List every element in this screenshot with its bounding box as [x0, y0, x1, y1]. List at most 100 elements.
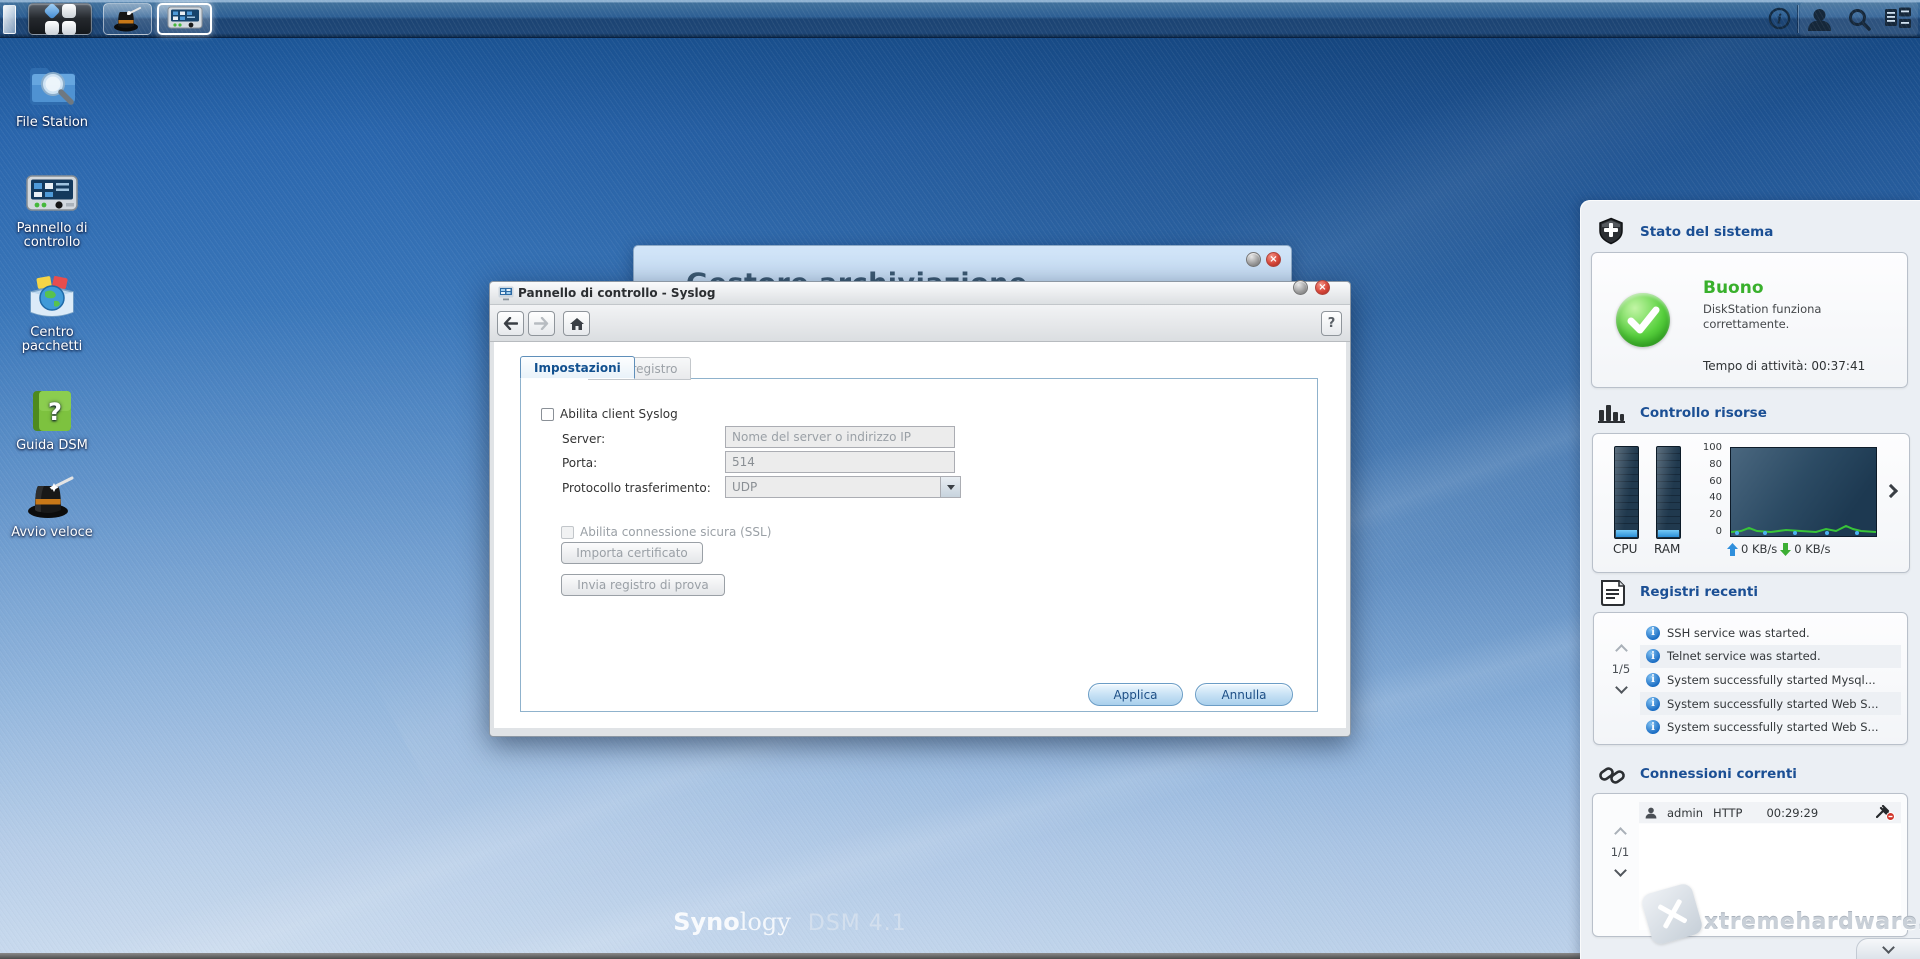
upload-arrow-icon [1727, 542, 1738, 556]
y-tick: 40 [1709, 492, 1722, 503]
arrow-right-icon [534, 317, 549, 330]
apply-button[interactable]: Applica [1088, 683, 1183, 706]
connection-protocol: HTTP [1713, 805, 1743, 820]
search-icon[interactable] [1847, 7, 1872, 32]
connections-box: 1/1 admin HTTP 00:29:29 [1592, 793, 1908, 937]
log-row[interactable]: i Telnet service was started. [1640, 644, 1901, 669]
select-dropdown-button[interactable] [940, 477, 960, 497]
ram-label: RAM [1654, 542, 1681, 556]
import-certificate-button[interactable]: Importa certificato [561, 542, 703, 564]
logs-pager-value: 1/5 [1611, 662, 1631, 676]
settings-panel: Abilita client Syslog Server: Porta: Pro… [520, 378, 1318, 712]
cpu-meter [1614, 446, 1639, 539]
forward-button[interactable] [528, 311, 555, 336]
pager-down-icon[interactable] [1613, 864, 1627, 877]
user-icon[interactable] [1806, 7, 1833, 32]
log-row[interactable]: i SSH service was started. [1640, 621, 1901, 645]
dialog-titlebar-icon [498, 286, 514, 301]
close-button[interactable]: × [1315, 280, 1330, 295]
pilot-view-icon[interactable] [1884, 7, 1912, 31]
connection-row[interactable]: admin HTTP 00:29:29 [1639, 802, 1901, 823]
resource-monitor-title: Controllo risorse [1640, 405, 1767, 421]
taskbar-separator [1797, 5, 1798, 33]
main-menu-icon [43, 2, 76, 35]
brand-text-rest: logy [739, 908, 791, 936]
widget-panel: Stato del sistema Buono DiskStation funz… [1580, 200, 1920, 959]
taskbar-control-panel-button[interactable] [157, 3, 212, 35]
disconnect-icon[interactable] [1876, 804, 1895, 821]
home-button[interactable] [563, 311, 590, 336]
package-center-icon [30, 276, 74, 317]
help-book-icon: ? [33, 391, 71, 431]
y-tick: 20 [1709, 509, 1722, 520]
brand-text-bold: Syno [673, 908, 740, 936]
enable-syslog-checkbox[interactable] [541, 408, 554, 421]
desktop-icon-file-station[interactable]: File Station [8, 60, 96, 130]
log-row[interactable]: i System successfully started Web S... [1640, 691, 1901, 716]
port-input[interactable] [725, 451, 955, 473]
control-panel-icon [26, 175, 78, 211]
cpu-label: CPU [1613, 542, 1638, 556]
status-description: DiskStation funziona correttamente. [1703, 302, 1822, 331]
connections-title: Connessioni correnti [1640, 766, 1797, 782]
pager-down-icon[interactable] [1614, 681, 1628, 694]
desktop-icon-label: Pannello di controllo [16, 221, 88, 251]
back-button[interactable] [497, 311, 524, 336]
connections-pager-value: 1/1 [1610, 845, 1630, 859]
status-value: Buono [1703, 278, 1764, 298]
info-icon: i [1646, 672, 1660, 687]
desktop-icon-quick-start[interactable]: Avvio veloce [8, 474, 96, 540]
minimize-button[interactable] [1293, 280, 1308, 295]
send-test-log-button[interactable]: Invia registro di prova [561, 574, 725, 596]
resource-monitor-box: CPU RAM 100 80 60 40 20 0 0 KB/s 0 KB/s [1592, 433, 1910, 573]
pager-up-icon[interactable] [1614, 644, 1628, 657]
desktop-icon-label: Avvio veloce [11, 525, 93, 540]
info-icon: i [1646, 696, 1660, 711]
uptime-text: Tempo di attività: 00:37:41 [1703, 359, 1866, 373]
magic-hat-icon [28, 476, 74, 518]
connection-user: admin [1667, 805, 1704, 820]
collapse-widget-panel-tab[interactable] [1856, 938, 1920, 959]
recent-logs-box: 1/5 i SSH service was started. i Telnet se… [1593, 612, 1908, 745]
download-value: 0 KB/s [1794, 542, 1831, 556]
user-icon [1645, 807, 1657, 818]
ssl-checkbox[interactable] [561, 526, 574, 539]
desktop-icon-package-center[interactable]: Centro pacchetti [8, 276, 96, 354]
open-resource-monitor-chevron[interactable] [1883, 483, 1899, 499]
desktop-icon-dsm-help[interactable]: ? Guida DSM [8, 389, 96, 453]
info-icon: i [1646, 720, 1660, 735]
connection-time: 00:29:29 [1766, 805, 1819, 820]
ram-meter [1656, 446, 1681, 539]
desktop: i File Station Pannello di controllo Cen… [0, 0, 1920, 959]
server-input[interactable] [725, 426, 955, 448]
magic-hat-icon [113, 7, 141, 32]
ssl-label: Abilita connessione sicura (SSL) [580, 525, 772, 539]
y-tick: 100 [1702, 442, 1722, 453]
log-row[interactable]: i System successfully started Mysql... [1640, 668, 1901, 692]
home-icon [569, 317, 584, 330]
y-tick: 60 [1709, 476, 1722, 487]
show-desktop-button[interactable] [3, 5, 16, 34]
pager-up-icon[interactable] [1613, 827, 1627, 840]
syslog-dialog: Pannello di controllo - Syslog × ? Impos… [489, 280, 1351, 737]
help-button[interactable]: ? [1321, 311, 1342, 336]
close-button[interactable]: × [1266, 252, 1281, 267]
cancel-button[interactable]: Annulla [1195, 683, 1293, 706]
dialog-body: Impostazioni Filtri registro Abilita cli… [494, 342, 1346, 728]
taskbar: i [0, 0, 1920, 38]
minimize-button[interactable] [1246, 252, 1261, 267]
tab-impostazioni[interactable]: Impostazioni [520, 356, 635, 379]
main-menu-button[interactable] [28, 2, 92, 35]
network-throughput: 0 KB/s 0 KB/s [1727, 542, 1831, 556]
dialog-titlebar[interactable]: Pannello di controllo - Syslog × [490, 280, 1350, 305]
shield-icon [1599, 217, 1623, 245]
upload-value: 0 KB/s [1741, 542, 1778, 556]
dialog-title: Pannello di controllo - Syslog [518, 286, 716, 300]
quick-launch-button[interactable] [103, 3, 152, 35]
protocol-select[interactable]: UDP [725, 476, 961, 498]
info-icon[interactable]: i [1768, 7, 1791, 30]
enable-syslog-label: Abilita client Syslog [560, 407, 678, 421]
log-row[interactable]: i System successfully started Web S... [1640, 715, 1901, 739]
y-tick: 0 [1715, 526, 1722, 537]
desktop-icon-control-panel[interactable]: Pannello di controllo [8, 174, 96, 250]
